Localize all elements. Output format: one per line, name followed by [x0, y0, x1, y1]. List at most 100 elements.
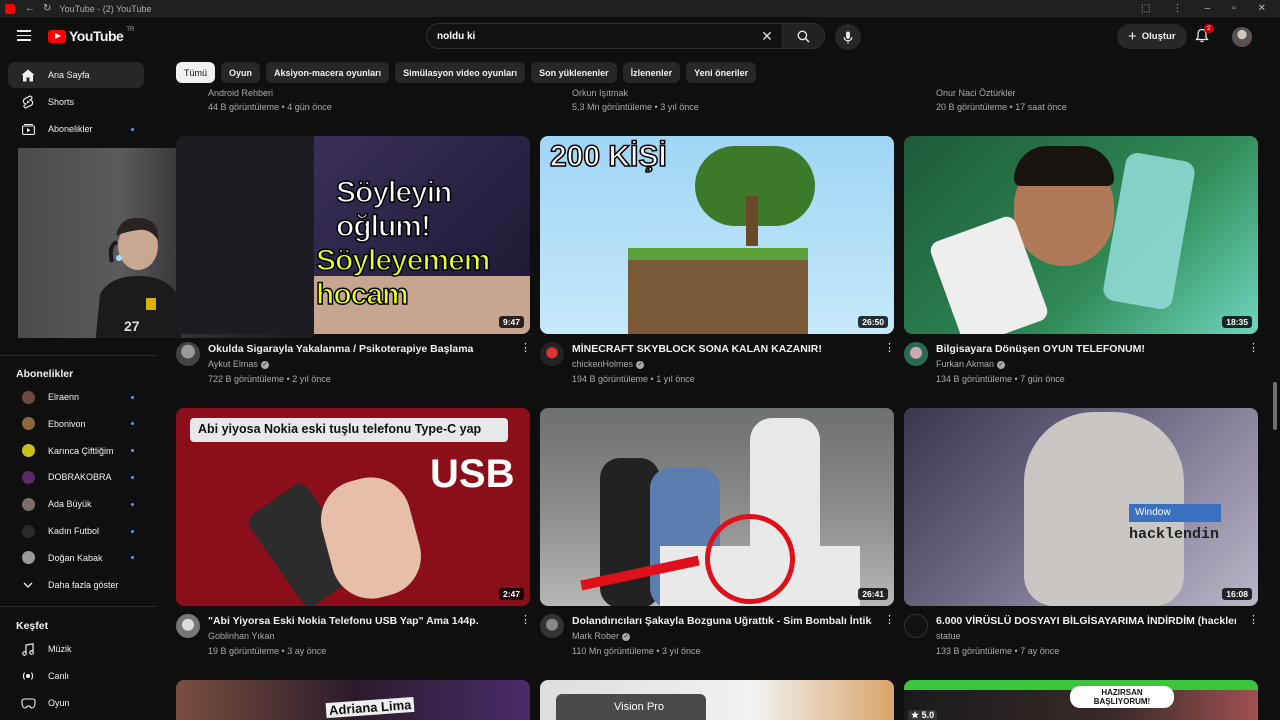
sidebar-label-gaming: Oyun: [48, 698, 70, 708]
filter-chip[interactable]: Aksiyon-macera oyunları: [266, 62, 390, 83]
video-thumbnail[interactable]: Window hacklendin 16:08: [904, 408, 1258, 606]
filter-chips: Tümü Oyun Aksiyon-macera oyunları Simülasyo…: [176, 62, 757, 83]
account-avatar[interactable]: [1232, 27, 1252, 47]
video-thumbnail[interactable]: ★ 5.0 HAZIRSAN BAŞLIYORUM!: [904, 680, 1258, 720]
clear-search-icon[interactable]: ✕: [752, 28, 782, 45]
back-arrow-icon[interactable]: ←: [25, 3, 35, 14]
video-thumbnail[interactable]: 200 KİŞİ 26:50: [540, 136, 894, 334]
menu-hamburger-icon[interactable]: [17, 30, 31, 41]
more-options-icon[interactable]: ⋮: [1173, 3, 1183, 14]
subscription-item[interactable]: Kadın Futbol: [8, 518, 144, 544]
channel-name-text: statue: [936, 631, 961, 641]
sidebar-label-music: Müzik: [48, 644, 72, 654]
more-actions-icon[interactable]: ⋮: [520, 615, 531, 626]
channel-avatar[interactable]: [176, 614, 200, 638]
verified-icon: ✓: [622, 632, 631, 641]
sidebar-item-live[interactable]: Canlı: [8, 663, 144, 689]
channel-name[interactable]: chickenHolmes ✓: [572, 359, 645, 369]
youtube-logo[interactable]: YouTube TR: [48, 27, 134, 44]
video-title[interactable]: 6.000 VİRÜSLÜ DOSYAYI BİLGİSAYARIMA İNDİ…: [936, 615, 1236, 627]
channel-name[interactable]: Aykut Elmas ✓: [208, 359, 269, 369]
subscription-label: Karınca Çiftliğim: [48, 445, 114, 456]
thumbnail-caption-1: Window: [1129, 504, 1221, 522]
close-window-icon[interactable]: ✕: [1258, 3, 1266, 14]
video-title[interactable]: Okulda Sigarayla Yakalanma / Psikoterapi…: [208, 343, 508, 355]
more-actions-icon[interactable]: ⋮: [1248, 615, 1259, 626]
thumbnail-caption: Adriana Lima: [325, 696, 415, 719]
filter-chip[interactable]: Tümü: [176, 62, 216, 83]
more-actions-icon[interactable]: ⋮: [1248, 343, 1259, 354]
subscription-item[interactable]: DOBRAKOBRA: [8, 464, 144, 490]
channel-avatar[interactable]: [176, 342, 200, 366]
channel-avatar[interactable]: [904, 614, 928, 638]
filter-chip[interactable]: Oyun: [221, 62, 261, 83]
channel-avatar[interactable]: [904, 342, 928, 366]
extensions-icon[interactable]: ⬚: [1141, 3, 1150, 14]
subscription-item[interactable]: Elraenn: [8, 384, 144, 410]
page-scrollbar[interactable]: [1273, 382, 1277, 430]
sidebar-item-subscriptions[interactable]: Abonelikler: [8, 116, 144, 142]
video-title[interactable]: Dolandırıcıları Şakayla Bozguna Uğrattık…: [572, 615, 872, 627]
filter-chip[interactable]: Simülasyon video oyunları: [395, 62, 526, 83]
subscription-label: Doğan Kabak: [48, 552, 103, 563]
thumbnail-caption-1: Abi yiyosa Nokia eski tuşlu telefonu Typ…: [190, 418, 508, 442]
video-title[interactable]: MİNECRAFT SKYBLOCK SONA KALAN KAZANIR!: [572, 343, 872, 355]
video-title[interactable]: "Abi Yiyorsa Eski Nokia Telefonu USB Yap…: [208, 615, 508, 627]
search-box[interactable]: noldu ki ✕: [426, 23, 825, 49]
subscription-item[interactable]: Ada Büyük: [8, 491, 144, 517]
verified-icon: ✓: [260, 360, 269, 369]
new-content-dot: [131, 475, 134, 479]
sidebar-label-live: Canlı: [48, 671, 70, 681]
filter-chip[interactable]: Yeni öneriler: [686, 62, 757, 83]
video-thumbnail[interactable]: 18:35: [904, 136, 1258, 334]
sidebar-item-gaming[interactable]: Oyun: [8, 690, 144, 716]
subscription-item[interactable]: Doğan Kabak: [8, 545, 144, 571]
video-meta: 110 Mn görüntüleme • 3 yıl önce: [572, 646, 701, 656]
search-input[interactable]: noldu ki: [427, 31, 752, 42]
show-more-button[interactable]: Daha fazla göster: [8, 572, 144, 598]
create-button[interactable]: + Oluştur: [1117, 24, 1187, 49]
voice-search-button[interactable]: [835, 24, 861, 50]
channel-name[interactable]: Goblinhan Yıkan: [208, 631, 274, 641]
channel-avatar: [21, 524, 35, 538]
channel-avatar[interactable]: [540, 342, 564, 366]
prev-channel-1[interactable]: Android Rehberi: [208, 88, 273, 98]
more-actions-icon[interactable]: ⋮: [884, 615, 895, 626]
filter-chip[interactable]: Son yüklenenler: [531, 62, 617, 83]
sidebar-item-music[interactable]: Müzik: [8, 636, 144, 662]
maximize-icon[interactable]: ▫: [1232, 3, 1236, 14]
subscription-label: DOBRAKOBRA: [48, 472, 112, 483]
channel-name[interactable]: Furkan Akman ✓: [936, 359, 1006, 369]
search-button[interactable]: [782, 24, 824, 48]
notifications-button[interactable]: 2: [1195, 24, 1214, 48]
more-actions-icon[interactable]: ⋮: [520, 343, 531, 354]
video-thumbnail[interactable]: Adriana Lima: [176, 680, 530, 720]
prev-channel-3[interactable]: Onur Naci Öztürkler: [936, 88, 1016, 98]
sidebar-item-home[interactable]: Ana Sayfa: [8, 62, 144, 88]
channel-name[interactable]: statue: [936, 631, 961, 641]
video-meta: 194 B görüntüleme • 1 yıl önce: [572, 374, 695, 384]
subscription-label: Ada Büyük: [48, 499, 92, 510]
music-icon: [22, 642, 34, 656]
video-thumbnail[interactable]: Vision Pro: [540, 680, 894, 720]
channel-avatar: [21, 497, 35, 511]
video-thumbnail[interactable]: 26:41: [540, 408, 894, 606]
more-actions-icon[interactable]: ⋮: [884, 343, 895, 354]
filter-chip[interactable]: İzlenenler: [622, 62, 681, 83]
show-more-label: Daha fazla göster: [48, 580, 119, 590]
verified-icon: ✓: [997, 360, 1006, 369]
channel-avatar[interactable]: [540, 614, 564, 638]
prev-channel-2[interactable]: Orkun Işıtmak: [572, 88, 628, 98]
subscription-item[interactable]: Ebonivon: [8, 411, 144, 437]
channel-avatar: [21, 470, 35, 484]
video-thumbnail[interactable]: Söyleyin oğlum! Söyleyemem hocam 9:47: [176, 136, 530, 334]
video-thumbnail[interactable]: Abi yiyosa Nokia eski tuşlu telefonu Typ…: [176, 408, 530, 606]
channel-avatar: [21, 390, 35, 404]
video-title[interactable]: Bilgisayara Dönüşen OYUN TELEFONUM!: [936, 343, 1236, 355]
video-meta: 19 B görüntüleme • 3 ay önce: [208, 646, 327, 656]
reload-icon[interactable]: ↻: [43, 3, 51, 14]
channel-name[interactable]: Mark Rober ✓: [572, 631, 631, 641]
sidebar-item-shorts[interactable]: Shorts: [8, 89, 144, 115]
minimize-icon[interactable]: –: [1205, 3, 1211, 14]
subscription-item[interactable]: Karınca Çiftliğim: [8, 438, 144, 464]
